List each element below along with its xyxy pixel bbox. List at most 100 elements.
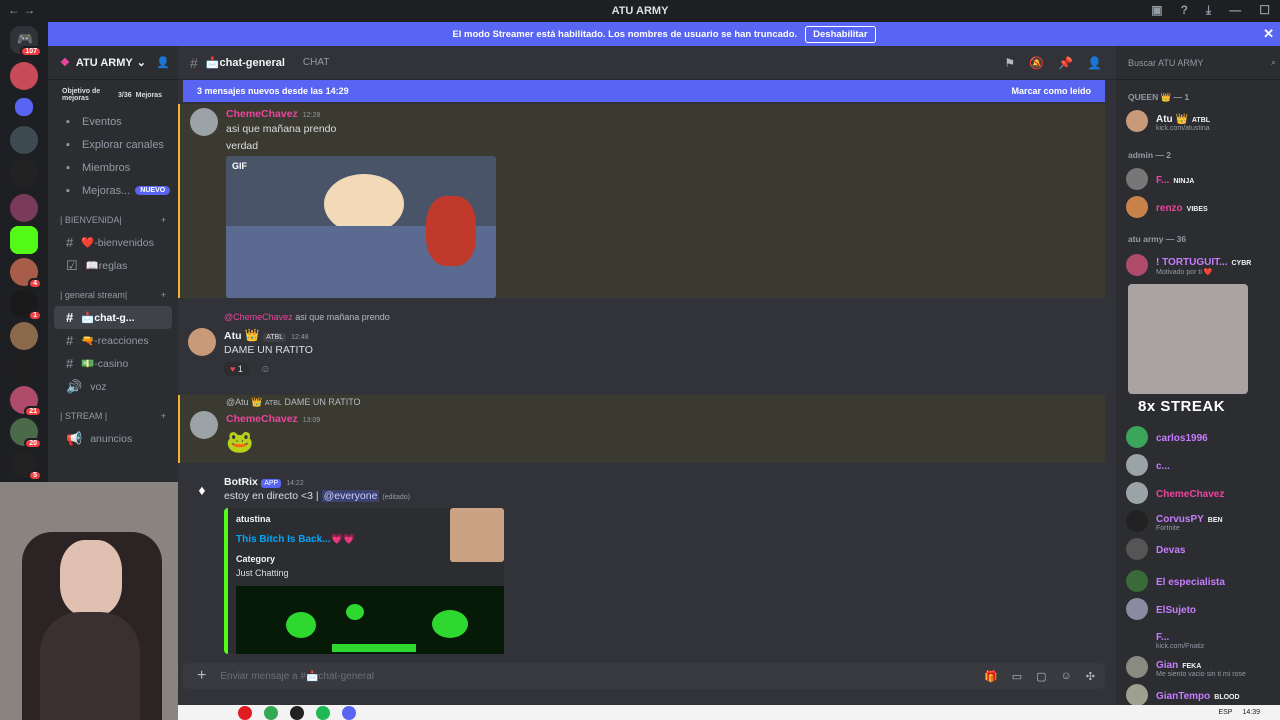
reply-preview[interactable]: @Atu 👑 ATBL DAME UN RATITO [226, 397, 361, 408]
streamer-mode-banner: El modo Streamer está habilitado. Los no… [48, 22, 1280, 46]
message-author[interactable]: ChemeChavez [226, 108, 298, 120]
chat-header: # 📩chat-general CHAT ⚑ 🔕 📌 👤 [178, 46, 1116, 80]
channel-item[interactable]: ☑ 📖reglas [54, 254, 172, 277]
folder-icon[interactable] [15, 98, 33, 116]
embed-author[interactable]: atustina [236, 514, 271, 524]
discord-icon[interactable] [342, 705, 356, 720]
header-icons[interactable]: ⚑ 🔕 📌 👤 [1004, 56, 1102, 70]
avatar[interactable] [188, 328, 216, 356]
channel-item[interactable]: # ❤️-bienvenidos [54, 231, 172, 254]
server-header[interactable]: ❖ ATU ARMY ⌄ 👤 [48, 46, 178, 80]
embed-image[interactable] [236, 586, 504, 654]
gif-image[interactable]: GIF [226, 156, 496, 298]
reaction[interactable]: ♥ 1 [224, 362, 249, 376]
server-icon[interactable] [10, 126, 38, 154]
tray-lang[interactable]: ESP [1218, 709, 1232, 716]
member-item[interactable]: CorvusPY BEN Fortnite [1126, 510, 1276, 532]
close-icon[interactable]: ✕ [1263, 26, 1274, 42]
server-icon[interactable] [10, 354, 38, 382]
mark-read-button[interactable]: Marcar como leído [1011, 86, 1091, 96]
member-item[interactable]: El especialista [1126, 570, 1276, 592]
member-item[interactable]: Gian FEKA Me siento vacio sin ti mi rose [1126, 656, 1276, 678]
server-icon[interactable] [10, 160, 38, 188]
server-icon[interactable]: 20 [10, 418, 42, 449]
calendar-icon: ▪ [66, 115, 70, 128]
member-item[interactable]: renzo VIBES [1126, 196, 1276, 218]
message-author[interactable]: ChemeChavez [226, 413, 298, 425]
server-icon[interactable] [10, 194, 38, 222]
channel-item[interactable]: 📢 anuncios [54, 427, 172, 450]
nav-item[interactable]: ▪ Miembros [48, 156, 178, 179]
member-group-label: admin — 2 [1128, 150, 1171, 160]
avatar [1126, 538, 1148, 560]
member-item[interactable]: Atu 👑 ATBL kick.com/atustina [1126, 110, 1276, 132]
member-item[interactable]: F... kick.com/Fnatiz [1126, 628, 1276, 650]
app-tag: APP [261, 479, 282, 488]
reply-text: asi que mañana prendo [295, 312, 390, 322]
tray-clock[interactable]: 14:39 [1242, 709, 1260, 716]
server-icon[interactable]: 1 [10, 290, 42, 321]
channel-item[interactable]: # 📩chat-g... [54, 306, 172, 329]
channel-item[interactable]: # 🔫-reacciones [54, 329, 172, 352]
add-member-icon[interactable]: 👤 [156, 56, 170, 69]
notification-badge: 107 [20, 46, 42, 57]
nav-item[interactable]: ▪ Eventos [48, 110, 178, 133]
app-icon[interactable] [290, 705, 304, 720]
nav-item[interactable]: ▪ Explorar canales [48, 133, 178, 156]
member-item[interactable]: ChemeChavez [1126, 482, 1276, 504]
composer-icons[interactable]: 🎁 ▭ ▢ ☺ ✣ [984, 670, 1095, 683]
server-icon[interactable]: 4 [10, 258, 42, 289]
server-icon[interactable]: 21 [10, 386, 42, 417]
add-channel-icon[interactable]: + [161, 290, 166, 300]
mention[interactable]: @everyone [321, 490, 380, 502]
embed-title[interactable]: This Bitch Is Back...💗💗 [236, 534, 355, 545]
avatar[interactable] [190, 108, 218, 136]
member-name: renzo [1156, 203, 1183, 214]
avatar [1126, 196, 1148, 218]
add-reaction-icon[interactable]: ☺ [260, 364, 270, 375]
disable-streamer-button[interactable]: Deshabilitar [805, 25, 876, 43]
server-icon[interactable] [10, 322, 38, 350]
member-item[interactable]: c... [1126, 454, 1276, 476]
new-messages-bar[interactable]: 3 mensajes nuevos desde las 14:29 Marcar… [183, 80, 1105, 102]
member-item[interactable]: carlos1996 [1126, 426, 1276, 448]
boost-goal[interactable]: Objetivo de mejoras 3/36 Mejoras [54, 84, 172, 106]
member-item[interactable]: GianTempo BLOOD [1126, 684, 1276, 706]
channel-category[interactable]: | general stream| + [48, 283, 178, 306]
server-icon[interactable] [10, 62, 38, 90]
nav-label: Explorar canales [82, 138, 164, 151]
spotify-icon[interactable] [316, 705, 330, 720]
add-channel-icon[interactable]: + [161, 215, 166, 225]
channel-name: 💵-casino [81, 358, 129, 370]
member-item[interactable]: ElSujeto [1126, 598, 1276, 620]
add-attachment-icon[interactable]: + [197, 667, 206, 685]
kick-icon[interactable] [10, 226, 38, 254]
opera-icon[interactable] [238, 705, 252, 720]
avatar [1126, 168, 1148, 190]
nav-item[interactable]: ▪ Mejoras... NUEVO [48, 179, 178, 202]
discord-home-icon[interactable]: 🎮 107 [10, 26, 42, 57]
channel-category[interactable]: | BIENVENIDA| + [48, 208, 178, 231]
message-author[interactable]: BotRix [224, 476, 258, 488]
member-item[interactable]: F... NINJA [1126, 168, 1276, 190]
avatar [1126, 426, 1148, 448]
bot-avatar[interactable]: ♦ [188, 476, 216, 504]
avatar[interactable] [190, 411, 218, 439]
channel-item[interactable]: # 💵-casino [54, 352, 172, 375]
window-controls[interactable]: ▣? ⤓ — ☐ [1151, 3, 1270, 18]
back-forward-icons[interactable]: ← → [8, 3, 35, 17]
add-channel-icon[interactable]: + [161, 411, 166, 421]
message-author[interactable]: Atu [224, 330, 242, 342]
member-item[interactable]: ! TORTUGUIT... CYBR Motivado por ti ❤️ [1126, 254, 1276, 276]
channel-item[interactable]: 🔊 voz [54, 375, 172, 398]
nav-label: Miembros [82, 161, 131, 174]
chrome-icon[interactable] [264, 705, 278, 720]
member-item[interactable]: Devas [1126, 538, 1276, 560]
reply-preview[interactable]: @ChemeChavez asi que mañana prendo [224, 312, 390, 322]
channel-category[interactable]: | STREAM | + [48, 404, 178, 427]
member-status: kick.com/atustina [1156, 124, 1210, 132]
message-composer[interactable]: + Enviar mensaje a #📩chat-general 🎁 ▭ ▢ ☺ ✣ [183, 663, 1105, 689]
embed-thumbnail[interactable] [450, 508, 504, 562]
server-icon[interactable]: 5 [10, 450, 42, 481]
search-input[interactable]: Buscar ATU ARMY ⌕ [1116, 46, 1280, 80]
